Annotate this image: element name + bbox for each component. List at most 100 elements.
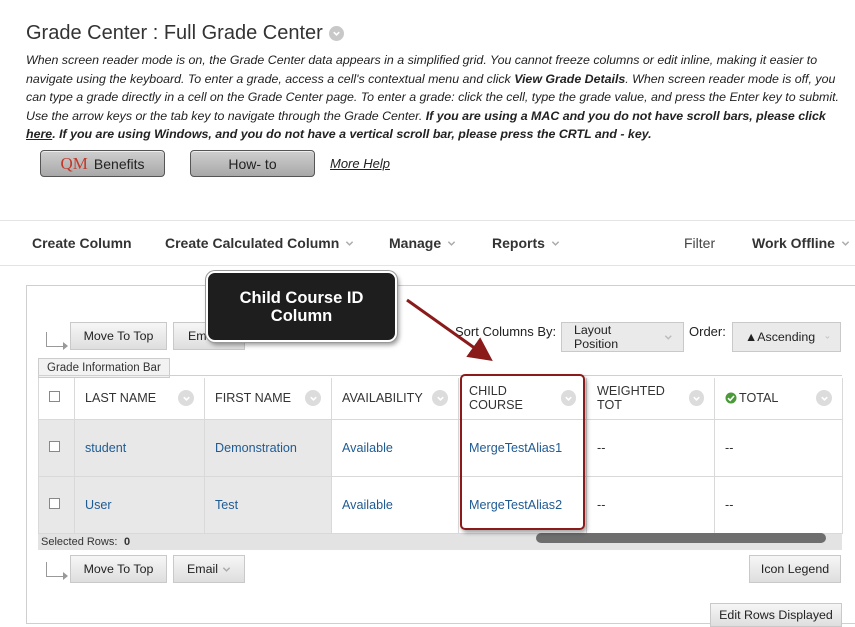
column-header-availability[interactable]: AVAILABILITY	[331, 378, 459, 420]
cell-availability[interactable]: Available	[331, 476, 459, 534]
select-all-header	[38, 378, 75, 420]
sort-columns-value: Layout Position	[574, 323, 619, 351]
filter-button[interactable]: Filter	[684, 235, 715, 251]
email-menu-button-bottom[interactable]: Email	[173, 555, 245, 583]
order-select[interactable]: ▲Ascending	[732, 322, 841, 352]
selection-arrow-icon	[46, 558, 68, 580]
select-all-checkbox[interactable]	[49, 391, 60, 403]
grade-table: LAST NAME FIRST NAME AVAILABILITY CHILD …	[38, 378, 843, 534]
column-menu-chevron-icon[interactable]	[178, 390, 194, 407]
column-title: LAST NAME	[85, 391, 157, 406]
column-menu-chevron-icon[interactable]	[816, 390, 832, 407]
qm-benefits-button[interactable]: QM Benefits	[40, 150, 165, 177]
column-header-weighted-total[interactable]: WEIGHTED TOT	[586, 378, 715, 420]
how-to-label: How- to	[228, 155, 277, 172]
how-to-button[interactable]: How- to	[190, 150, 315, 177]
page-title: Grade Center : Full Grade Center	[26, 22, 344, 45]
move-to-top-button-bottom[interactable]: Move To Top	[70, 555, 167, 583]
filter-label: Filter	[684, 235, 716, 251]
column-title: FIRST NAME	[215, 391, 292, 406]
more-help-link[interactable]: More Help	[330, 156, 390, 171]
chevron-down-icon	[841, 240, 850, 246]
chevron-down-icon	[447, 240, 456, 246]
create-calculated-column-menu[interactable]: Create Calculated Column	[165, 235, 354, 251]
manage-label: Manage	[389, 235, 442, 251]
grade-center-action-bar: Create Column Create Calculated Column M…	[0, 220, 855, 266]
benefits-label: Benefits	[93, 155, 145, 172]
row-select-cell	[38, 419, 75, 477]
column-menu-chevron-icon[interactable]	[305, 390, 321, 407]
chevron-down-icon	[825, 335, 830, 339]
move-to-top-button[interactable]: Move To Top	[70, 322, 167, 350]
selected-rows-label: Selected Rows:	[41, 536, 118, 548]
total-value: --	[725, 497, 734, 512]
total-value: --	[725, 440, 734, 455]
weighted-total-value: --	[597, 440, 606, 455]
cell-availability[interactable]: Available	[331, 419, 459, 477]
annotation-arrow-icon	[406, 298, 493, 361]
column-title: WEIGHTED TOT	[597, 384, 665, 413]
sort-columns-select[interactable]: Layout Position	[561, 322, 684, 352]
chevron-down-icon	[551, 240, 560, 246]
cell-total[interactable]: --	[714, 419, 843, 477]
cell-weighted-total[interactable]: --	[586, 419, 715, 477]
icon-legend-button[interactable]: Icon Legend	[749, 555, 841, 583]
manage-menu[interactable]: Manage	[389, 235, 456, 251]
selection-arrow-icon	[46, 328, 68, 350]
first-name-link[interactable]: Demonstration	[205, 441, 297, 455]
cell-last-name[interactable]: student	[74, 419, 205, 477]
weighted-total-value: --	[597, 497, 606, 512]
first-name-link[interactable]: Test	[205, 498, 238, 512]
qm-logo: QM	[60, 153, 88, 173]
edit-rows-displayed-button[interactable]: Edit Rows Displayed	[710, 603, 842, 627]
cell-first-name[interactable]: Test	[204, 476, 332, 534]
column-menu-chevron-icon[interactable]	[688, 390, 704, 407]
column-header-total[interactable]: TOTAL	[714, 378, 843, 420]
table-row: User Test Available MergeTestAlias2 -- -…	[38, 476, 843, 534]
desc-here-link[interactable]: here	[26, 127, 52, 141]
column-title: TOTAL	[739, 391, 779, 406]
row-select-cell	[38, 476, 75, 534]
desc-windows-note: . If you are using Windows, and you do n…	[52, 127, 652, 142]
last-name-link[interactable]: student	[75, 441, 126, 455]
availability-value: Available	[342, 497, 393, 512]
reports-label: Reports	[492, 235, 545, 251]
check-circle-icon	[725, 392, 737, 404]
title-menu-chevron-icon[interactable]	[328, 26, 344, 41]
work-offline-menu[interactable]: Work Offline	[752, 235, 850, 251]
child-course-highlight-box	[460, 374, 585, 530]
page-title-text: Grade Center : Full Grade Center	[26, 22, 323, 44]
chevron-down-icon	[222, 566, 231, 572]
reports-menu[interactable]: Reports	[492, 235, 560, 251]
desc-view-grade-details: View Grade Details	[514, 71, 626, 86]
desc-mac-note: If you are using a MAC and you do not ha…	[425, 108, 826, 123]
table-header-row: LAST NAME FIRST NAME AVAILABILITY CHILD …	[38, 378, 843, 420]
create-column-button[interactable]: Create Column	[32, 235, 132, 251]
horizontal-scrollbar[interactable]	[536, 533, 826, 543]
cell-weighted-total[interactable]: --	[586, 476, 715, 534]
column-header-first-name[interactable]: FIRST NAME	[204, 378, 332, 420]
cell-last-name[interactable]: User	[74, 476, 205, 534]
order-label: Order:	[689, 324, 726, 339]
row-checkbox[interactable]	[49, 440, 60, 452]
email-label: Email	[187, 562, 218, 576]
availability-value: Available	[342, 440, 393, 455]
column-menu-chevron-icon[interactable]	[432, 390, 448, 407]
info-bar-divider	[38, 375, 842, 376]
cell-total[interactable]: --	[714, 476, 843, 534]
row-checkbox[interactable]	[49, 497, 60, 509]
child-course-callout: Child Course ID Column	[206, 271, 397, 342]
order-value: ▲Ascending	[745, 330, 816, 344]
screen-reader-instructions: When screen reader mode is on, the Grade…	[26, 51, 851, 144]
last-name-link[interactable]: User	[75, 498, 112, 512]
create-column-label: Create Column	[32, 235, 132, 251]
chevron-down-icon	[346, 240, 354, 246]
create-calc-label: Create Calculated Column	[165, 235, 340, 251]
cell-first-name[interactable]: Demonstration	[204, 419, 332, 477]
chevron-down-icon	[665, 334, 673, 340]
column-header-last-name[interactable]: LAST NAME	[74, 378, 205, 420]
work-offline-label: Work Offline	[752, 235, 835, 251]
selected-rows-count: 0	[124, 536, 131, 548]
table-row: student Demonstration Available MergeTes…	[38, 419, 843, 477]
column-title: AVAILABILITY	[342, 391, 423, 406]
